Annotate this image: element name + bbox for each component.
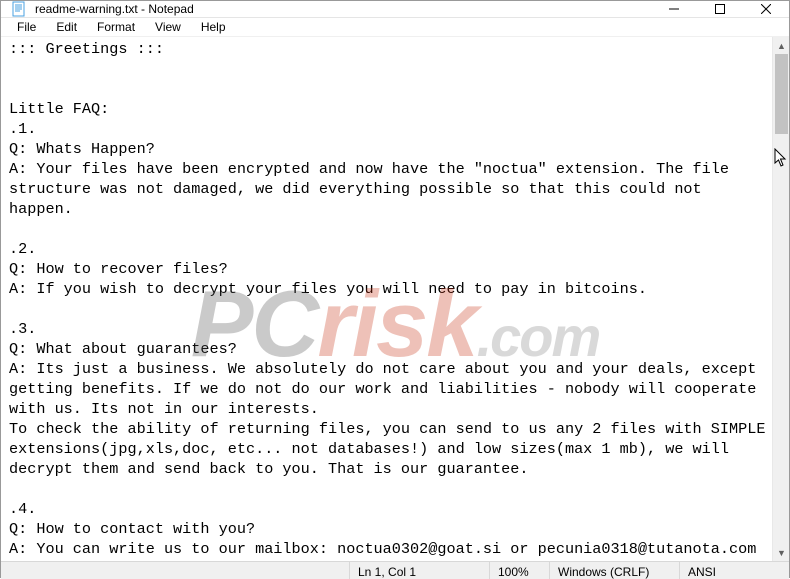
editor-area: ::: Greetings ::: Little FAQ: .1. Q: Wha… (1, 37, 789, 561)
titlebar[interactable]: readme-warning.txt - Notepad (1, 1, 789, 18)
notepad-icon (11, 1, 27, 17)
status-spacer (1, 562, 349, 579)
menu-view[interactable]: View (145, 18, 191, 36)
scroll-thumb[interactable] (775, 54, 788, 134)
scroll-up-arrow-icon[interactable]: ▲ (773, 37, 790, 54)
maximize-button[interactable] (697, 1, 743, 17)
notepad-window: readme-warning.txt - Notepad File Edit F… (0, 0, 790, 578)
window-title: readme-warning.txt - Notepad (35, 2, 651, 16)
scroll-down-arrow-icon[interactable]: ▼ (773, 544, 790, 561)
status-position: Ln 1, Col 1 (349, 562, 489, 579)
menu-edit[interactable]: Edit (46, 18, 87, 36)
status-encoding: ANSI (679, 562, 789, 579)
status-line-ending: Windows (CRLF) (549, 562, 679, 579)
menubar: File Edit Format View Help (1, 18, 789, 37)
status-zoom: 100% (489, 562, 549, 579)
vertical-scrollbar[interactable]: ▲ ▼ (772, 37, 789, 561)
menu-help[interactable]: Help (191, 18, 236, 36)
statusbar: Ln 1, Col 1 100% Windows (CRLF) ANSI (1, 561, 789, 579)
close-button[interactable] (743, 1, 789, 17)
menu-format[interactable]: Format (87, 18, 145, 36)
minimize-button[interactable] (651, 1, 697, 17)
menu-file[interactable]: File (7, 18, 46, 36)
text-editor[interactable]: ::: Greetings ::: Little FAQ: .1. Q: Wha… (1, 37, 772, 561)
window-controls (651, 1, 789, 17)
